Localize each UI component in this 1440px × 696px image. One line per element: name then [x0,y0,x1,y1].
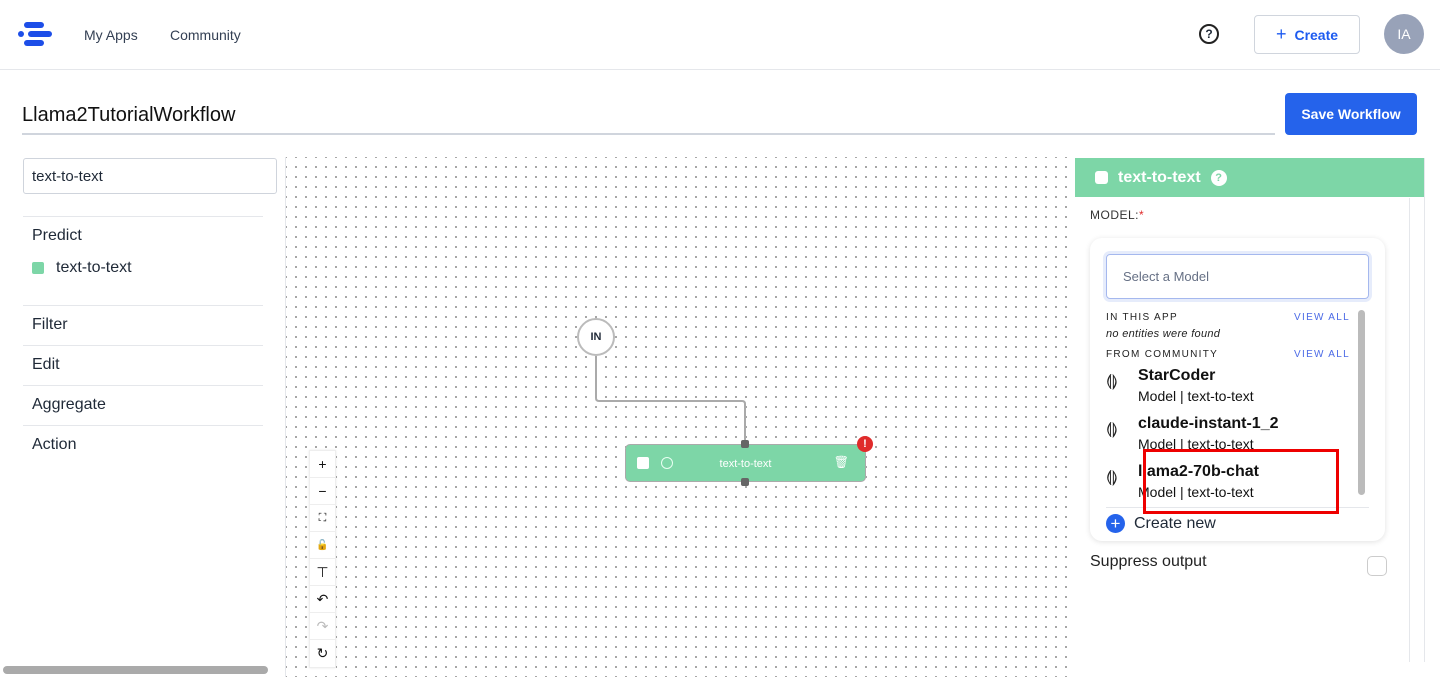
top-handle[interactable] [741,440,749,448]
canvas-controls: + − ⛶ 🔓 ⊤ ↶ ↷ ↻ [309,450,336,668]
model-icon: ⟬⟭ [1106,469,1118,486]
model-icon: ⟬⟭ [1106,373,1118,390]
help-icon[interactable]: ? [1210,169,1227,186]
model-icon: ⟬⟭ [1106,421,1118,438]
zoom-in-button[interactable]: + [310,451,335,478]
in-this-app-section: IN THIS APP VIEW ALL [1106,312,1350,323]
suppress-output-label: Suppress output [1090,553,1207,570]
zoom-out-button[interactable]: − [310,478,335,505]
reset-button[interactable]: ↻ [310,640,335,667]
chip-icon [1095,171,1108,184]
trash-icon[interactable]: 🗑 [834,455,849,469]
from-community-section: FROM COMMUNITY VIEW ALL [1106,349,1350,360]
panel-title: text-to-text [1118,168,1201,186]
fit-view-button[interactable]: ⛶ [310,505,335,532]
create-new-button[interactable]: + Create new [1106,514,1216,533]
create-new-label: Create new [1134,514,1216,532]
bottom-handle[interactable] [741,478,749,486]
panel-scrollbar-track[interactable] [1409,198,1410,662]
node-label: text-to-text [719,458,772,470]
select-model-input[interactable]: Select a Model [1106,254,1369,299]
lock-button[interactable]: 🔓 [310,532,335,559]
input-node[interactable]: IN [577,318,615,356]
no-entities-text: no entities were found [1106,328,1221,340]
model-label: MODEL:* [1090,208,1145,222]
redo-button[interactable]: ↷ [310,613,335,640]
view-all-link[interactable]: VIEW ALL [1294,312,1350,323]
text-to-text-node[interactable]: text-to-text 🗑 ! [625,436,873,486]
node-config-panel: text-to-text ? MODEL:* Select a Model IN… [1075,158,1425,662]
error-badge: ! [857,436,873,452]
dropdown-scrollbar[interactable] [1358,310,1365,495]
highlight-box [1143,449,1339,514]
undo-button[interactable]: ↶ [310,586,335,613]
panel-header: text-to-text ? [1075,158,1424,197]
view-all-link[interactable]: VIEW ALL [1294,349,1350,360]
suppress-output-checkbox[interactable] [1367,556,1387,576]
layout-button[interactable]: ⊤ [310,559,335,586]
plus-circle-icon: + [1106,514,1125,533]
